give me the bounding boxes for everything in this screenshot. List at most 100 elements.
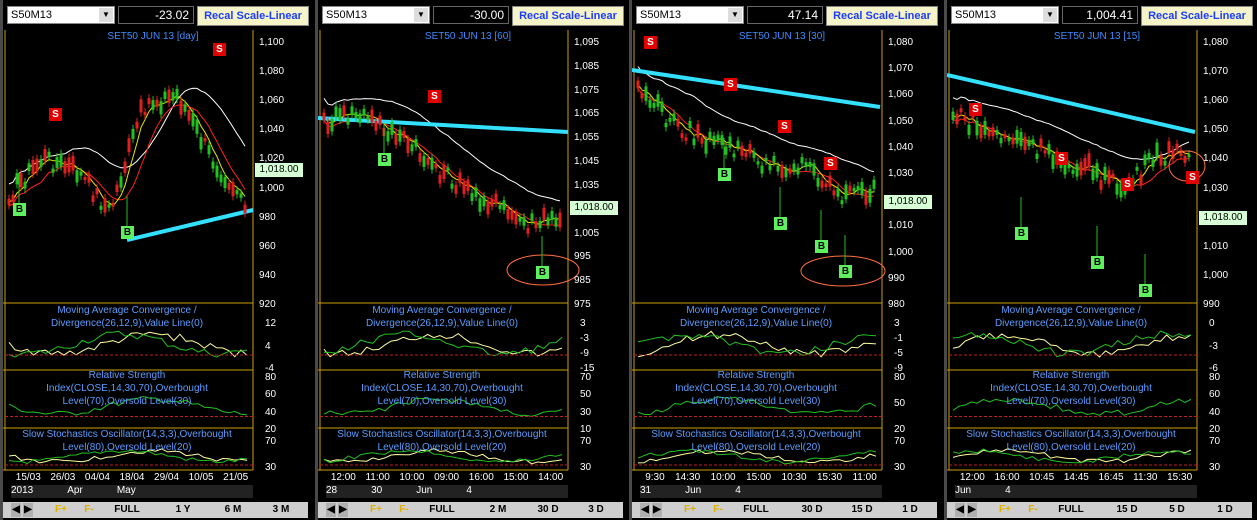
rsi-title: Relative Strength [88, 370, 166, 381]
rsi-axis-label: 10 [580, 424, 592, 435]
range-button-2[interactable]: 15 D [842, 503, 882, 517]
candle-body [712, 135, 716, 145]
candle-body [498, 205, 502, 209]
candle-body [127, 138, 131, 152]
stochastic-title: Slow Stochastics Oscillator(14,3,3),Over… [966, 429, 1176, 440]
candle-body [967, 124, 971, 135]
candle-body [55, 157, 59, 168]
range-button-2[interactable]: 6 M [213, 503, 253, 517]
time-axis-top: 9:30 14:30 10:00 15:00 10:30 15:30 11:00 [640, 472, 882, 485]
candle-body [1143, 154, 1147, 166]
candle-body [179, 100, 183, 115]
scroll-right-icon[interactable]: ▶ [967, 503, 977, 517]
zoom-out-button[interactable]: F- [394, 503, 414, 517]
full-range-button[interactable]: FULL [422, 503, 462, 517]
rsi-axis-label: 80 [1209, 372, 1221, 383]
price-chart[interactable] [318, 0, 623, 500]
scroll-right-icon[interactable]: ▶ [23, 503, 33, 517]
candle-body [1019, 131, 1023, 147]
candle-body [1015, 129, 1019, 144]
range-button-2[interactable]: 30 D [528, 503, 568, 517]
zoom-in-button[interactable]: F+ [51, 503, 71, 517]
zoom-in-button[interactable]: F+ [680, 503, 700, 517]
range-button-3[interactable]: 1 D [890, 503, 930, 517]
date-tick-label: 28 [326, 485, 338, 496]
scroll-left-icon[interactable]: ◀ [326, 503, 336, 517]
time-tick-label: 29/04 [154, 472, 180, 483]
price-axis-label: 940 [259, 269, 276, 281]
candle-body [1067, 164, 1071, 169]
range-button-1[interactable]: 30 D [792, 503, 832, 517]
time-tick-label: 18/04 [119, 472, 145, 483]
stoch-axis-label: 30 [580, 462, 592, 473]
range-button-1[interactable]: 2 M [478, 503, 518, 517]
rsi-axis-label: 20 [265, 424, 277, 435]
full-range-button[interactable]: FULL [1051, 503, 1091, 517]
price-axis-label: 1,080 [1203, 37, 1229, 48]
candle-body [979, 126, 983, 139]
candle-body [358, 113, 362, 124]
chart-title: SET50 JUN 13 [60] [424, 31, 512, 42]
candle-body [776, 165, 780, 172]
stochastic-title: Slow Stochastics Oscillator(14,3,3),Over… [651, 429, 861, 440]
price-axis-label: 1,070 [888, 63, 914, 75]
zoom-out-button[interactable]: F- [1023, 503, 1043, 517]
range-button-3[interactable]: 1 D [1205, 503, 1245, 517]
price-axis-label: 1,040 [1203, 153, 1229, 165]
zoom-out-button[interactable]: F- [79, 503, 99, 517]
range-button-2[interactable]: 5 D [1157, 503, 1197, 517]
candle-body [534, 221, 538, 229]
scroll-left-icon[interactable]: ◀ [955, 503, 965, 517]
range-button-1[interactable]: 15 D [1107, 503, 1147, 517]
price-axis-label: 1,060 [888, 89, 914, 101]
time-axis-bottom: Jun 4 [955, 485, 1197, 498]
candle-body [195, 119, 199, 134]
candle-body [784, 168, 788, 178]
rsi-title: Relative Strength [717, 370, 795, 381]
stoch-axis-label: 70 [894, 436, 906, 447]
range-button-1[interactable]: 1 Y [163, 503, 203, 517]
candle-body [394, 133, 398, 145]
candle-body [410, 144, 414, 152]
sell-signal-marker: S [213, 43, 226, 56]
time-axis: 12:00 11:00 10:00 09:00 16:00 15:00 14:00 28 30 J… [326, 472, 568, 498]
candle-body [546, 217, 550, 225]
rsi-axis-label: 40 [265, 406, 277, 418]
price-axis-label: 980 [259, 211, 276, 223]
zoom-out-button[interactable]: F- [708, 503, 728, 517]
price-axis-label: 1,085 [574, 60, 600, 72]
candle-body [680, 133, 684, 138]
scroll-right-icon[interactable]: ▶ [652, 503, 662, 517]
scroll-left-icon[interactable]: ◀ [640, 503, 650, 517]
candle-body [987, 130, 991, 137]
candle-body [91, 195, 95, 203]
full-range-button[interactable]: FULL [107, 503, 147, 517]
candle-body [446, 167, 450, 171]
macd-line [952, 330, 1192, 358]
candle-body [995, 130, 999, 135]
full-range-button[interactable]: FULL [736, 503, 776, 517]
time-tick-label: 16:45 [1098, 472, 1124, 483]
candle-body [530, 213, 534, 221]
candle-body [474, 187, 478, 197]
time-tick-label: 15:00 [746, 472, 772, 483]
candle-body [768, 165, 772, 171]
candle-body [326, 121, 330, 135]
zoom-in-button[interactable]: F+ [366, 503, 386, 517]
buy-signal-marker: B [13, 203, 26, 216]
candle-body [724, 146, 728, 155]
candle-body [1039, 138, 1043, 148]
candle-body [219, 174, 223, 183]
candle-body [820, 180, 824, 188]
scroll-right-icon[interactable]: ▶ [338, 503, 348, 517]
candle-body [75, 170, 79, 183]
candle-body [354, 111, 358, 118]
candle-body [1043, 150, 1047, 154]
candle-body [342, 105, 346, 116]
scroll-left-icon[interactable]: ◀ [11, 503, 21, 517]
candle-body [478, 198, 482, 212]
zoom-in-button[interactable]: F+ [995, 503, 1015, 517]
range-button-3[interactable]: 3 D [576, 503, 616, 517]
candle-body [644, 86, 648, 101]
range-button-3[interactable]: 3 M [261, 503, 301, 517]
